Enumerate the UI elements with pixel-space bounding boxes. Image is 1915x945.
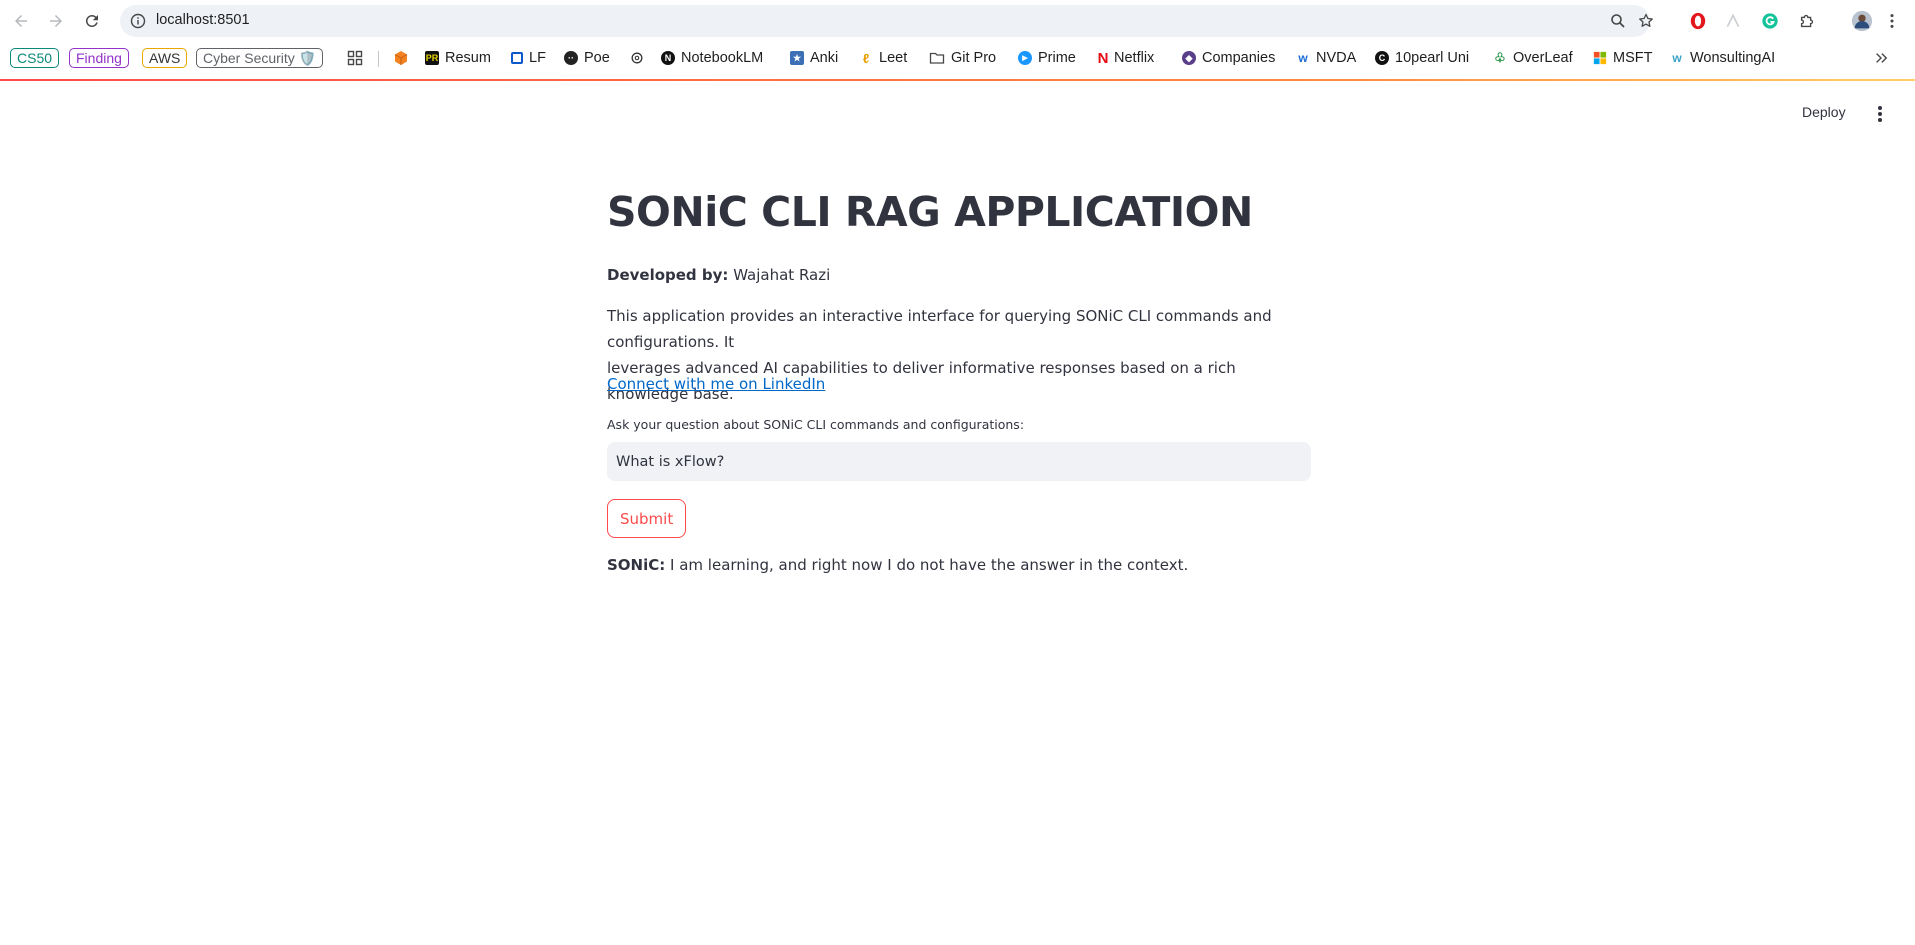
address-bar[interactable]: localhost:8501 — [120, 5, 1653, 37]
bookmark-anki[interactable]: ★ Anki — [790, 47, 838, 69]
reload-icon — [85, 14, 98, 27]
bookmark-label: 10pearl Uni — [1395, 50, 1470, 66]
bookmark-label: NVDA — [1316, 50, 1357, 66]
bookmark-label: WonsultingAI — [1690, 50, 1776, 66]
star-icon[interactable] — [1638, 13, 1654, 29]
bookmark-overleaf[interactable]: ♧ OverLeaf — [1493, 47, 1573, 69]
url-text[interactable]: localhost:8501 — [156, 12, 250, 28]
notebooklm-icon: N — [661, 51, 675, 65]
answer-text: I am learning, and right now I do not ha… — [670, 556, 1189, 574]
extension-a-icon[interactable] — [1723, 11, 1743, 31]
bookmark-label: OverLeaf — [1513, 50, 1573, 66]
anki-icon: ★ — [790, 51, 804, 65]
arrow-left-icon — [15, 15, 27, 27]
bookmark-companies[interactable]: ◆ Companies — [1182, 47, 1275, 69]
nvda-icon: w — [1296, 51, 1310, 65]
wonsulting-icon: w — [1670, 51, 1684, 65]
reload-button[interactable] — [80, 9, 104, 33]
bookmark-label: LF — [529, 50, 546, 66]
bookmark-openai[interactable] — [630, 47, 644, 69]
bookmark-folder-cyber-security[interactable]: Cyber Security 🛡️ — [196, 48, 324, 68]
developer-name: Wajahat Razi — [733, 266, 831, 284]
developed-by-label: Developed by: — [607, 266, 729, 284]
browser-toolbar: localhost:8501 — [0, 0, 1915, 42]
microsoft-icon — [1593, 51, 1607, 65]
browser-menu-icon[interactable] — [1882, 11, 1902, 31]
deploy-button[interactable]: Deploy — [1802, 104, 1846, 120]
bookmark-label: Prime — [1038, 50, 1076, 66]
bookmark-label: Anki — [810, 50, 839, 66]
bookmark-label: MSFT — [1613, 50, 1653, 66]
lf-icon — [511, 52, 523, 64]
bookmark-cube[interactable] — [393, 47, 409, 69]
bookmark-leet[interactable]: ℓ Leet — [859, 47, 907, 69]
answer-output: SONiC: I am learning, and right now I do… — [607, 556, 1188, 574]
main-menu-icon[interactable] — [1872, 104, 1888, 124]
10pearl-icon: C — [1375, 51, 1389, 65]
bookmark-label: Resum — [445, 50, 491, 66]
overleaf-icon: ♧ — [1493, 50, 1507, 65]
bookmark-10pearl-uni[interactable]: C 10pearl Uni — [1375, 47, 1469, 69]
poe-icon: ·· — [564, 51, 578, 65]
netflix-icon: N — [1097, 49, 1109, 67]
more-bookmarks-chevron-icon[interactable] — [1874, 47, 1888, 69]
grammarly-icon[interactable] — [1760, 11, 1780, 31]
bookmark-label: Git Pro — [951, 50, 997, 66]
bookmark-prime[interactable]: ▶ Prime — [1018, 47, 1076, 69]
forward-button[interactable] — [44, 9, 68, 33]
bookmark-resum[interactable]: PR Resum — [425, 47, 491, 69]
back-button[interactable] — [9, 9, 33, 33]
extensions-puzzle-icon[interactable] — [1797, 11, 1817, 31]
bookmark-nvda[interactable]: w NVDA — [1296, 47, 1356, 69]
submit-button[interactable]: Submit — [607, 499, 687, 538]
app-header-decoration — [0, 79, 1915, 81]
bookmark-netflix[interactable]: N Netflix — [1097, 47, 1155, 69]
description-line-1: This application provides an interactive… — [607, 307, 1272, 351]
bookmark-label: Leet — [879, 50, 908, 66]
question-input[interactable] — [607, 442, 1311, 481]
bookmark-folder-aws[interactable]: AWS — [142, 48, 188, 68]
opera-extension-icon[interactable] — [1688, 11, 1708, 31]
companies-icon: ◆ — [1182, 51, 1196, 65]
zoom-icon[interactable] — [1610, 13, 1626, 29]
profile-avatar-icon[interactable] — [1850, 9, 1874, 33]
bookmark-label: Companies — [1202, 50, 1276, 66]
info-icon[interactable] — [130, 13, 146, 29]
bookmark-poe[interactable]: ·· Poe — [564, 47, 610, 69]
arrow-right-icon — [50, 15, 62, 27]
openai-icon — [631, 52, 643, 64]
page-title: SONiC CLI RAG APPLICATION — [607, 188, 1253, 236]
bookmark-label: Netflix — [1114, 50, 1155, 66]
bookmarks-divider — [378, 51, 379, 67]
question-label: Ask your question about SONiC CLI comman… — [607, 417, 1025, 432]
leetcode-icon: ℓ — [859, 51, 873, 66]
bookmark-wonsultingai[interactable]: w WonsultingAI — [1670, 47, 1775, 69]
bookmark-folder-finding[interactable]: Finding — [69, 48, 129, 68]
linkedin-link[interactable]: Connect with me on LinkedIn — [607, 375, 825, 393]
bookmark-msft[interactable]: MSFT — [1593, 47, 1652, 69]
bookmark-label: NotebookLM — [681, 50, 764, 66]
folder-icon — [929, 52, 945, 64]
bookmark-folder-cs50[interactable]: CS50 — [10, 48, 60, 68]
bookmark-notebooklm[interactable]: N NotebookLM — [661, 47, 763, 69]
bookmark-label: Poe — [584, 50, 610, 66]
bookmark-folder-git-pro[interactable]: Git Pro — [929, 47, 996, 69]
apps-grid-icon[interactable] — [347, 47, 363, 69]
bookmark-lf[interactable]: LF — [511, 47, 546, 69]
main-content: SONiC CLI RAG APPLICATION Developed by: … — [607, 188, 1311, 574]
cube-icon — [394, 51, 408, 65]
resume-icon: PR — [425, 51, 439, 65]
prime-video-icon: ▶ — [1018, 51, 1032, 65]
developer-credit: Developed by: Wajahat Razi — [607, 266, 830, 284]
answer-label: SONiC: — [607, 556, 666, 574]
bookmarks-bar: CS50 Finding AWS Cyber Security 🛡️ PR Res… — [0, 42, 1915, 75]
